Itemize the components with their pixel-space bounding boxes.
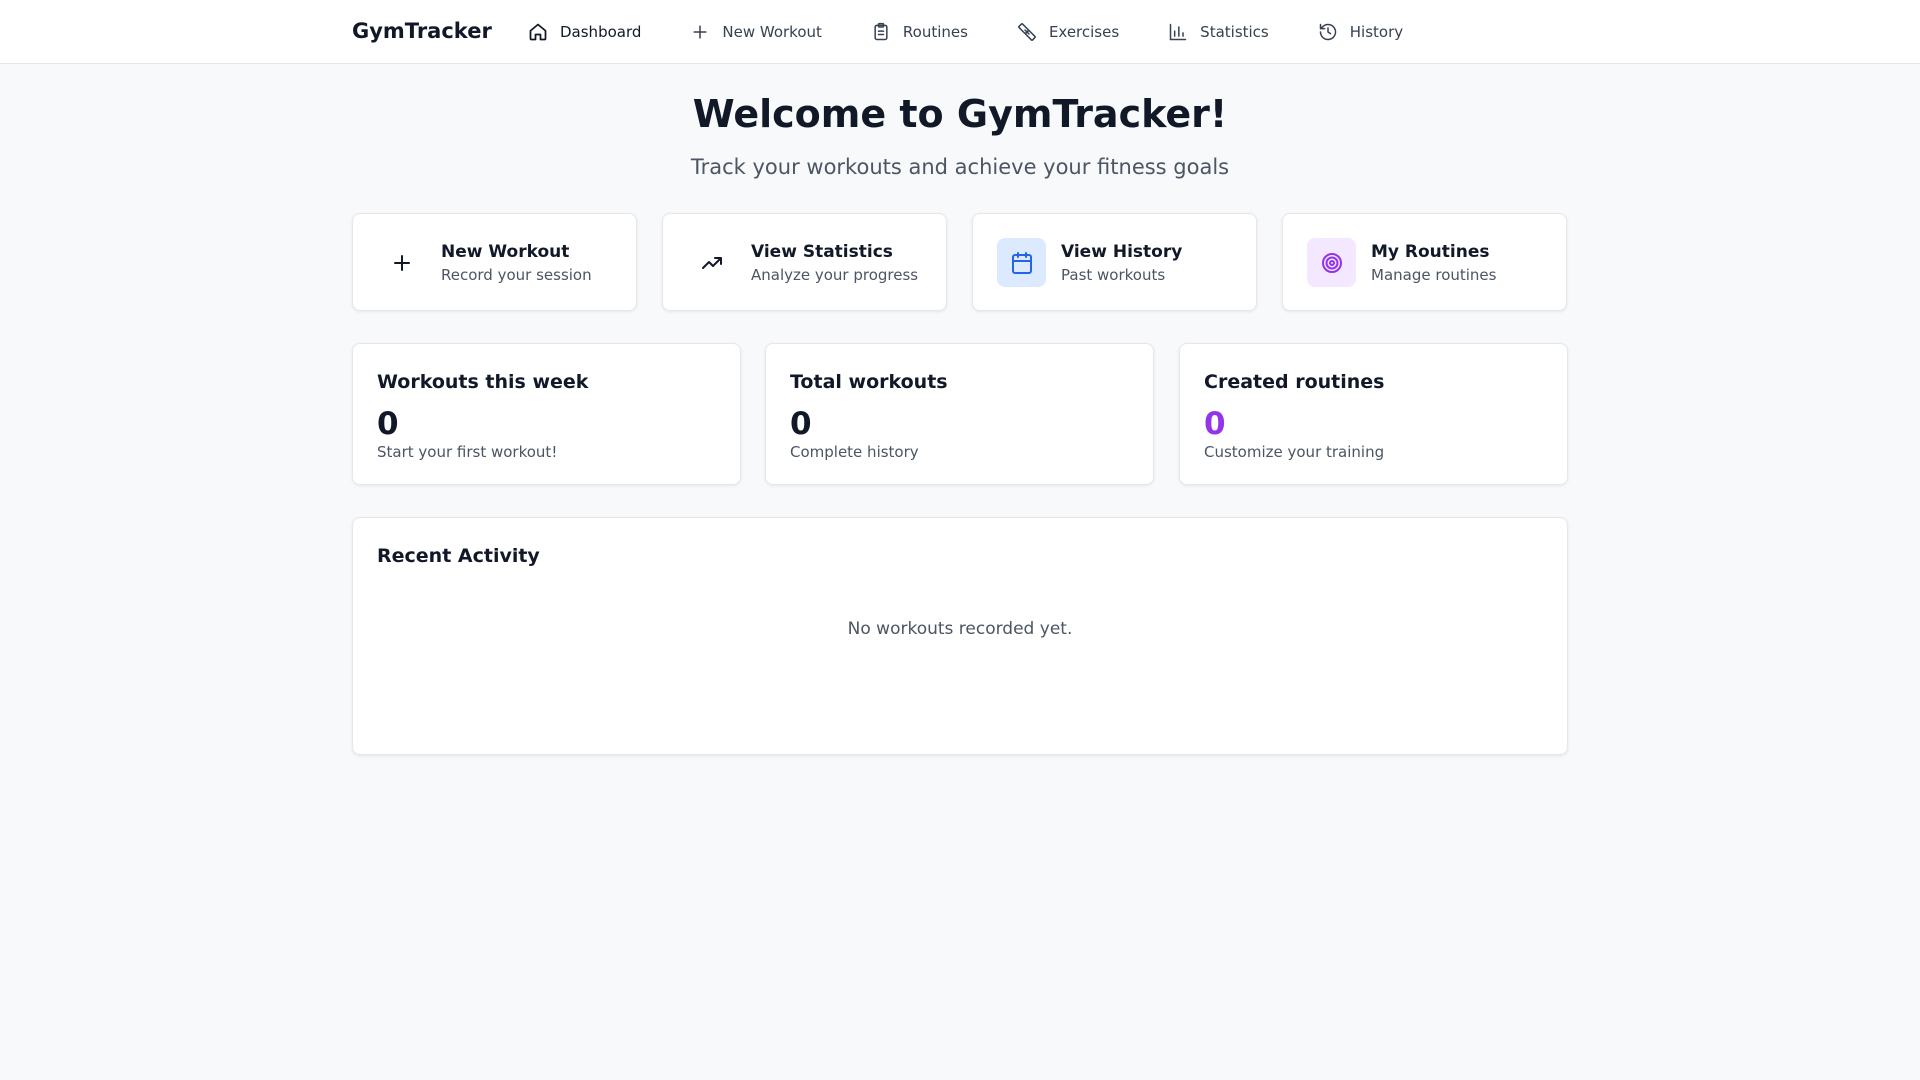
trending-up-icon [687, 238, 736, 287]
target-icon [1307, 238, 1356, 287]
brand-logo[interactable]: GymTracker [352, 19, 492, 43]
nav-item-new-workout[interactable]: New Workout [690, 0, 822, 64]
stat-value: 0 [790, 406, 812, 442]
card-title: New Workout [441, 242, 570, 262]
nav-item-dashboard[interactable]: Dashboard [528, 0, 641, 64]
card-title: View History [1061, 242, 1183, 262]
nav-item-routines[interactable]: Routines [871, 0, 968, 64]
stat-value: 0 [1204, 406, 1226, 442]
nav-item-label: Routines [902, 23, 968, 41]
nav-item-label: History [1349, 23, 1404, 41]
stat-subtitle: Start your first workout! [377, 443, 558, 461]
nav-links: Dashboard New Workout Routines Exercises… [528, 0, 1452, 64]
home-icon [529, 23, 547, 41]
nav-item-label: Dashboard [560, 23, 642, 41]
view-statistics-card[interactable]: View Statistics Analyze your progress [662, 213, 947, 311]
card-title: View Statistics [751, 242, 893, 262]
nav-item-history[interactable]: History [1318, 0, 1403, 64]
new-workout-card[interactable]: New Workout Record your session [352, 213, 637, 311]
card-subtitle: Record your session [441, 266, 592, 284]
plus-icon [377, 238, 426, 287]
plus-icon [693, 25, 707, 39]
stat-subtitle: Complete history [790, 443, 919, 461]
stat-title: Total workouts [790, 371, 948, 393]
top-navbar: GymTracker Dashboard New Workout Routine… [0, 0, 1920, 64]
card-subtitle: Past workouts [1061, 266, 1166, 284]
calendar-icon [997, 238, 1046, 287]
clipboard-icon [874, 22, 888, 41]
stat-value: 0 [377, 406, 399, 442]
page-title: Welcome to GymTracker! [692, 92, 1228, 136]
history-icon [1319, 23, 1336, 41]
nav-item-exercises[interactable]: Exercises [1017, 0, 1119, 64]
card-title: My Routines [1371, 242, 1490, 262]
section-title: Recent Activity [377, 545, 540, 567]
view-history-card[interactable]: View History Past workouts [972, 213, 1257, 311]
stat-subtitle: Customize your training [1204, 443, 1385, 461]
stat-title: Workouts this week [377, 371, 589, 393]
page-subtitle: Track your workouts and achieve your fit… [690, 155, 1230, 179]
recent-activity-panel: Recent Activity No workouts recorded yet… [352, 517, 1568, 755]
card-subtitle: Manage routines [1371, 266, 1497, 284]
nav-item-label: Statistics [1200, 23, 1269, 41]
dumbbell-icon [1018, 23, 1036, 41]
stat-card-created-routines: Created routines 0 Customize your traini… [1179, 343, 1568, 485]
empty-state-text: No workouts recorded yet. [847, 619, 1073, 639]
nav-item-statistics[interactable]: Statistics [1168, 0, 1269, 64]
my-routines-card[interactable]: My Routines Manage routines [1282, 213, 1567, 311]
stat-card-total-workouts: Total workouts 0 Complete history [765, 343, 1154, 485]
card-subtitle: Analyze your progress [751, 266, 919, 284]
stat-card-workouts-week: Workouts this week 0 Start your first wo… [352, 343, 741, 485]
bar-chart-icon [1169, 23, 1187, 41]
nav-item-label: New Workout [722, 23, 822, 41]
stat-title: Created routines [1204, 371, 1385, 393]
nav-item-label: Exercises [1048, 23, 1120, 41]
